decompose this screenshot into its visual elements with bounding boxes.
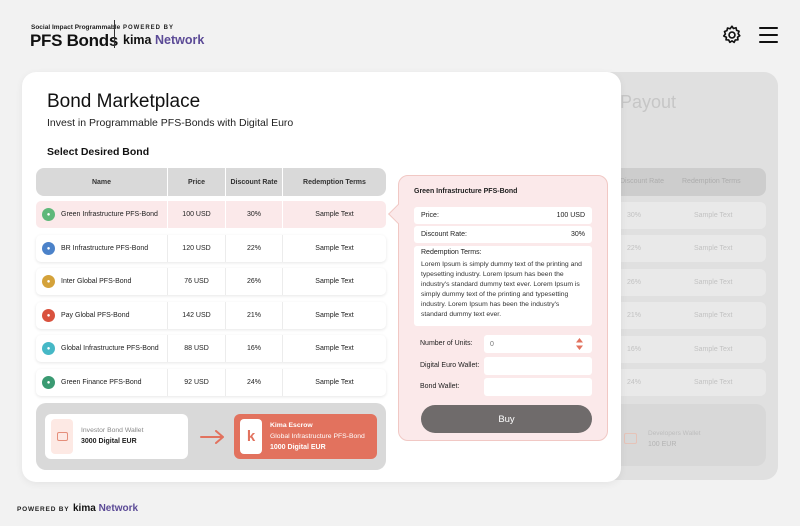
background-wallet: Developers Wallet 100 EUR	[618, 404, 766, 466]
buy-button[interactable]: Buy	[421, 405, 592, 433]
bond-terms: Sample Text	[315, 245, 354, 252]
investor-wallet-card: Investor Bond Wallet 3000 Digital EUR	[45, 414, 188, 459]
logo-title: PFS Bonds	[30, 31, 118, 50]
stepper-arrows-icon[interactable]	[576, 338, 583, 350]
footer-kima-logo: kima Network	[73, 503, 138, 514]
background-row: 22% Sample Text	[618, 235, 766, 262]
background-header-discount: Discount Rate	[620, 178, 664, 185]
footer-powered-by: POWERED BY	[17, 506, 70, 513]
column-header-discount: Discount Rate	[230, 178, 278, 186]
bond-terms: Sample Text	[315, 278, 354, 285]
arrow-right-icon	[200, 430, 224, 444]
background-row: 26% Sample Text	[618, 269, 766, 296]
bond-discount: 26%	[246, 278, 261, 285]
bond-name: Pay Global PFS-Bond	[61, 312, 130, 319]
footer-kima-prefix: kima	[73, 503, 96, 514]
panel-title: Green Infrastructure PFS-Bond	[414, 188, 518, 195]
background-row: 30% Sample Text	[618, 202, 766, 229]
bond-terms: Sample Text	[315, 211, 354, 218]
investor-wallet-value: 3000 Digital EUR	[81, 438, 137, 445]
bond-name: Green Infrastructure PFS-Bond	[61, 211, 158, 218]
bond-discount: 22%	[246, 245, 261, 252]
price-label: Price:	[421, 212, 439, 219]
bond-wallet-label: Bond Wallet:	[420, 383, 460, 390]
price-field: Price: 100 USD	[414, 207, 592, 224]
bond-icon: ●	[42, 208, 55, 221]
bond-price: 100 USD	[182, 211, 211, 218]
redemption-terms-box: Redemption Terms: Lorem Ipsum is simply …	[414, 246, 592, 326]
background-row: 24% Sample Text	[618, 369, 766, 396]
wallet-icon	[51, 419, 73, 454]
powered-by-label: POWERED BY	[123, 25, 175, 31]
logo-divider	[114, 20, 115, 48]
escrow-bond: Global Infrastructure PFS-Bond	[270, 433, 365, 440]
wallet-icon	[624, 433, 637, 444]
bond-name: BR Infrastructure PFS-Bond	[61, 245, 149, 252]
bond-name: Global Infrastructure PFS-Bond	[61, 345, 159, 352]
bond-icon: ●	[42, 342, 55, 355]
bond-price: 142 USD	[182, 312, 211, 319]
bond-icon: ●	[42, 376, 55, 389]
discount-field: Discount Rate: 30%	[414, 226, 592, 243]
kima-logo-suffix: Network	[154, 33, 205, 47]
table-row[interactable]: ● BR Infrastructure PFS-Bond 120 USD 22% Sam…	[36, 235, 386, 262]
background-wallet-label: Developers Wallet	[648, 430, 701, 437]
price-value: 100 USD	[556, 212, 585, 219]
euro-wallet-label: Digital Euro Wallet:	[420, 362, 480, 369]
bond-terms: Sample Text	[315, 312, 354, 319]
redemption-text: Lorem Ipsum is simply dummy text of the …	[421, 261, 582, 318]
bond-discount: 30%	[246, 211, 261, 218]
bond-name: Green Finance PFS-Bond	[61, 379, 142, 386]
units-label: Number of Units:	[420, 340, 473, 347]
redemption-label: Redemption Terms:	[421, 249, 482, 256]
bond-icon: ●	[42, 309, 55, 322]
bond-name: Inter Global PFS-Bond	[61, 278, 132, 285]
gear-icon[interactable]	[721, 24, 743, 46]
investor-wallet-label: Investor Bond Wallet	[81, 427, 144, 434]
background-title: Payout	[620, 92, 677, 112]
column-header-price: Price	[187, 178, 206, 186]
bond-price: 92 USD	[184, 379, 209, 386]
hamburger-menu-icon[interactable]	[759, 27, 778, 43]
kima-logo-prefix: kima	[123, 33, 152, 47]
column-header-terms: Redemption Terms	[303, 178, 366, 186]
table-row[interactable]: ● Inter Global PFS-Bond 76 USD 26% Sample Te…	[36, 268, 386, 295]
bond-terms: Sample Text	[315, 379, 354, 386]
bond-discount: 24%	[246, 379, 261, 386]
kima-logo-icon: k	[240, 419, 262, 454]
bond-icon: ●	[42, 242, 55, 255]
bond-discount: 16%	[246, 345, 261, 352]
table-row[interactable]: ● Global Infrastructure PFS-Bond 88 USD 16%…	[36, 335, 386, 362]
page-subtitle: Invest in Programmable PFS-Bonds with Di…	[47, 117, 294, 129]
page-title: Bond Marketplace	[47, 91, 201, 112]
background-header-terms: Redemption Terms	[682, 178, 741, 185]
footer-kima-suffix: Network	[98, 503, 139, 514]
table-row[interactable]: ● Green Infrastructure PFS-Bond 100 USD 30%…	[36, 201, 386, 228]
bond-icon: ●	[42, 275, 55, 288]
discount-label: Discount Rate:	[421, 231, 467, 238]
background-row: 21% Sample Text	[618, 302, 766, 329]
discount-value: 30%	[570, 231, 585, 238]
background-row: 16% Sample Text	[618, 336, 766, 363]
bond-wallet-input[interactable]	[484, 378, 592, 396]
bond-price: 76 USD	[184, 278, 209, 285]
table-header: Name Price Discount Rate Redemption Term…	[36, 168, 386, 196]
kima-network-logo: kima Network	[123, 33, 204, 47]
bond-terms: Sample Text	[315, 345, 354, 352]
bond-discount: 21%	[246, 312, 261, 319]
escrow-value: 1000 Digital EUR	[270, 444, 326, 451]
euro-wallet-input[interactable]	[484, 357, 592, 375]
section-label: Select Desired Bond	[47, 146, 150, 158]
escrow-label: Kima Escrow	[270, 422, 313, 429]
table-row[interactable]: ● Pay Global PFS-Bond 142 USD 21% Sample Tex…	[36, 302, 386, 329]
logo-tagline: Social Impact Programmable	[31, 24, 121, 31]
bond-price: 88 USD	[184, 345, 209, 352]
app-header: Social Impact Programmable PFS Bonds POW…	[0, 0, 800, 70]
background-table-header: Discount Rate Redemption Terms	[618, 168, 766, 196]
column-header-name: Name	[91, 178, 112, 186]
kima-escrow-card: k Kima Escrow Global Infrastructure PFS-…	[234, 414, 377, 459]
background-wallet-value: 100 EUR	[648, 441, 677, 448]
table-row[interactable]: ● Green Finance PFS-Bond 92 USD 24% Sample T…	[36, 369, 386, 396]
bond-price: 120 USD	[182, 245, 211, 252]
